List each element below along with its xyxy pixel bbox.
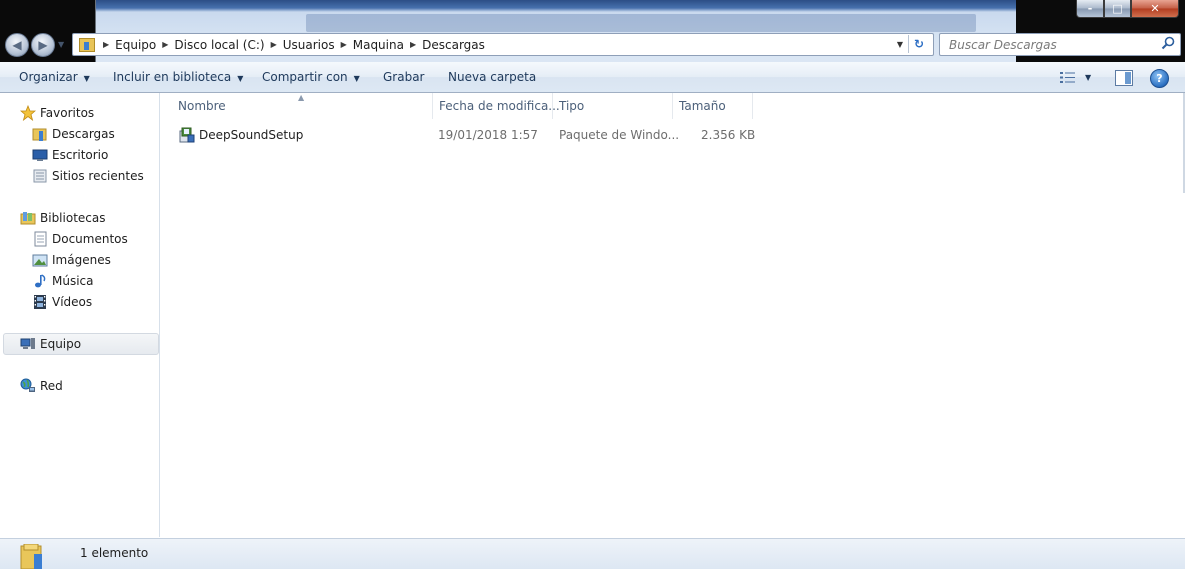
- organize-label: Organizar: [19, 70, 78, 84]
- column-header-size[interactable]: Tamaño: [679, 93, 726, 119]
- preview-pane-icon[interactable]: [1115, 70, 1133, 86]
- chevron-down-icon: ▼: [237, 74, 244, 83]
- installer-package-icon: [179, 127, 195, 143]
- breadcrumb-disco-local[interactable]: Disco local (C:): [174, 38, 264, 52]
- column-divider[interactable]: [752, 93, 753, 119]
- folder-icon: [20, 544, 42, 569]
- share-with-button[interactable]: Compartir con ▼: [262, 70, 360, 84]
- network-globe-icon: [20, 378, 36, 394]
- sidebar-label: Sitios recientes: [52, 169, 144, 183]
- sidebar-label: Vídeos: [52, 295, 93, 309]
- sidebar-item-documentos[interactable]: Documentos: [32, 229, 128, 249]
- file-type: Paquete de Windo...: [559, 128, 680, 142]
- sidebar-item-red[interactable]: Red: [20, 376, 63, 396]
- file-name[interactable]: DeepSoundSetup: [199, 128, 303, 142]
- music-note-icon: [32, 273, 48, 289]
- recent-places-icon: [32, 168, 48, 184]
- refresh-icon[interactable]: ↻: [908, 35, 929, 53]
- back-arrow-icon: ◀: [12, 38, 22, 52]
- status-bar: 1 elemento: [0, 538, 1185, 569]
- downloads-folder-icon: [79, 37, 95, 52]
- organize-button[interactable]: Organizar ▼: [19, 70, 90, 84]
- sidebar-label-favorites: Favoritos: [40, 106, 95, 120]
- item-count: 1 elemento: [80, 546, 149, 560]
- sort-ascending-icon: ▲: [298, 93, 305, 102]
- sidebar-item-sitios-recientes[interactable]: Sitios recientes: [32, 166, 144, 186]
- title-ghost: [306, 14, 976, 32]
- maximize-button[interactable]: □: [1104, 0, 1131, 18]
- forward-arrow-icon: ▶: [38, 38, 48, 52]
- sidebar-label: Escritorio: [52, 148, 109, 162]
- file-date: 19/01/2018 1:57: [438, 128, 538, 142]
- title-bar: - □ ✕ ◀ ▶ ▼ ▶ Equipo ▶ Disco local (C:) …: [0, 0, 1185, 62]
- navigation-pane: Favoritos Descargas Escritorio Sitios re…: [0, 93, 160, 537]
- column-divider[interactable]: [432, 93, 433, 119]
- video-film-icon: [32, 294, 48, 310]
- chevron-down-icon: ▼: [83, 74, 90, 83]
- column-divider[interactable]: [672, 93, 673, 119]
- sidebar-label: Música: [52, 274, 94, 288]
- breadcrumb-chevron-icon[interactable]: ▶: [271, 40, 277, 49]
- new-folder-button[interactable]: Nueva carpeta: [448, 70, 536, 84]
- help-icon[interactable]: ?: [1150, 69, 1169, 88]
- breadcrumb-maquina[interactable]: Maquina: [353, 38, 404, 52]
- downloads-folder-icon: [32, 126, 48, 142]
- search-input[interactable]: [947, 36, 1161, 53]
- include-in-library-button[interactable]: Incluir en biblioteca ▼: [113, 70, 243, 84]
- breadcrumb-chevron-icon[interactable]: ▶: [410, 40, 416, 49]
- breadcrumb-chevron-icon[interactable]: ▶: [341, 40, 347, 49]
- sidebar-item-imagenes[interactable]: Imágenes: [32, 250, 111, 270]
- sidebar-label-red: Red: [40, 379, 63, 393]
- include-label: Incluir en biblioteca: [113, 70, 232, 84]
- breadcrumb-usuarios[interactable]: Usuarios: [283, 38, 335, 52]
- sidebar-label-libraries: Bibliotecas: [40, 211, 106, 225]
- command-bar: Organizar ▼ Incluir en biblioteca ▼ Compar…: [0, 62, 1185, 93]
- column-header-date[interactable]: Fecha de modifica...: [439, 93, 560, 119]
- breadcrumb-chevron-icon[interactable]: ▶: [103, 40, 109, 49]
- sidebar-item-videos[interactable]: Vídeos: [32, 292, 92, 312]
- forward-button[interactable]: ▶: [31, 33, 55, 57]
- pictures-icon: [32, 252, 48, 268]
- file-list: ▲ Nombre Fecha de modifica... Tipo Tamañ…: [160, 93, 1185, 537]
- burn-button[interactable]: Grabar: [383, 70, 425, 84]
- documents-icon: [32, 231, 48, 247]
- sidebar-label: Documentos: [52, 232, 128, 246]
- address-dropdown-icon[interactable]: ▼: [897, 40, 903, 49]
- sidebar-item-descargas[interactable]: Descargas: [32, 124, 115, 144]
- recent-pages-dropdown[interactable]: ▼: [58, 40, 64, 49]
- search-icon[interactable]: [1161, 36, 1175, 50]
- column-header-name[interactable]: Nombre: [178, 93, 226, 119]
- minimize-button[interactable]: -: [1076, 0, 1104, 18]
- libraries-icon: [20, 210, 36, 226]
- sidebar-label: Descargas: [52, 127, 115, 141]
- sidebar-item-equipo[interactable]: Equipo: [20, 334, 81, 354]
- column-header-type[interactable]: Tipo: [559, 93, 584, 119]
- breadcrumb-chevron-icon[interactable]: ▶: [162, 40, 168, 49]
- sidebar-label: Imágenes: [52, 253, 111, 267]
- breadcrumb-equipo[interactable]: Equipo: [115, 38, 156, 52]
- sidebar-item-libraries[interactable]: Bibliotecas: [20, 208, 105, 228]
- window-controls: - □ ✕: [1076, 0, 1179, 19]
- change-view-icon[interactable]: [1060, 71, 1076, 84]
- view-options-dropdown[interactable]: ▼: [1085, 73, 1091, 82]
- star-icon: [20, 105, 36, 121]
- close-button[interactable]: ✕: [1131, 0, 1179, 18]
- computer-icon: [20, 336, 36, 352]
- sidebar-item-escritorio[interactable]: Escritorio: [32, 145, 108, 165]
- file-size: 2.356 KB: [701, 128, 756, 142]
- chevron-down-icon: ▼: [353, 74, 360, 83]
- back-button[interactable]: ◀: [5, 33, 29, 57]
- address-bar[interactable]: ▶ Equipo ▶ Disco local (C:) ▶ Usuarios ▶…: [72, 33, 934, 56]
- sidebar-label-equipo: Equipo: [40, 337, 82, 351]
- share-label: Compartir con: [262, 70, 348, 84]
- sidebar-item-musica[interactable]: Música: [32, 271, 94, 291]
- breadcrumb-descargas[interactable]: Descargas: [422, 38, 485, 52]
- column-divider[interactable]: [552, 93, 553, 119]
- search-box[interactable]: [939, 33, 1181, 56]
- sidebar-item-favorites[interactable]: Favoritos: [20, 103, 94, 123]
- desktop-icon: [32, 147, 48, 163]
